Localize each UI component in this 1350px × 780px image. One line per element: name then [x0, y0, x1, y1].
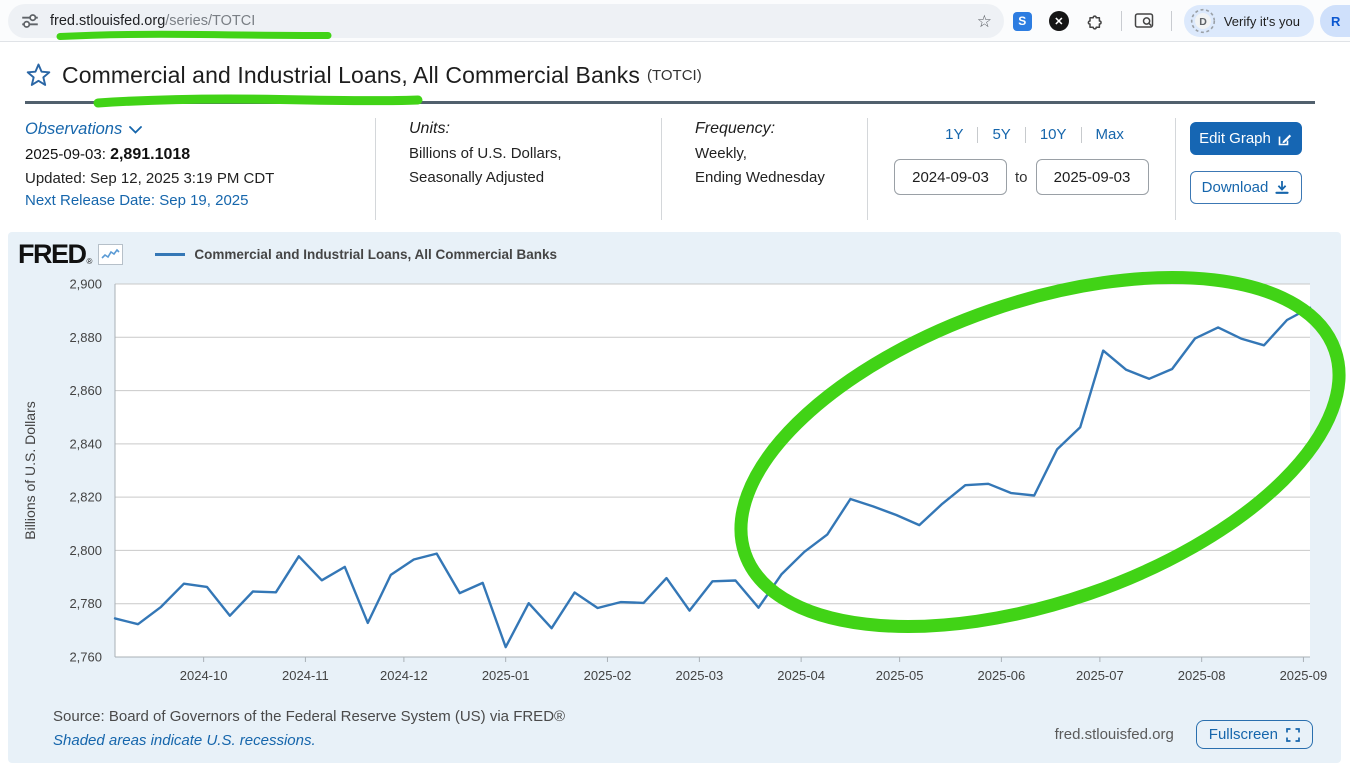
source-block: Source: Board of Governors of the Federa… [53, 708, 565, 749]
svg-text:2024-12: 2024-12 [380, 668, 428, 683]
recessions-note-link[interactable]: Shaded areas indicate U.S. recessions. [53, 732, 565, 749]
svg-text:2024-11: 2024-11 [282, 668, 329, 683]
series-legend-label: Commercial and Industrial Loans, All Com… [194, 247, 558, 262]
bookmark-star-icon[interactable]: ☆ [977, 13, 992, 30]
svg-text:2,820: 2,820 [69, 490, 102, 505]
svg-text:2,840: 2,840 [69, 436, 102, 451]
svg-text:2025-01: 2025-01 [482, 668, 530, 683]
svg-text:D: D [1199, 16, 1207, 28]
divider [1120, 11, 1122, 31]
verify-identity-button[interactable]: D Verify it's you [1183, 5, 1314, 37]
updated-timestamp: Updated: Sep 12, 2025 3:19 PM CDT [25, 170, 275, 187]
fullscreen-button[interactable]: Fullscreen [1195, 720, 1313, 749]
extension-s-icon[interactable]: S [1012, 11, 1032, 31]
frequency-panel: Frequency: Weekly, Ending Wednesday [695, 120, 825, 186]
edit-graph-button[interactable]: Edit Graph [1189, 122, 1302, 155]
units-panel: Units: Billions of U.S. Dollars, Seasona… [409, 120, 562, 186]
svg-text:2025-03: 2025-03 [676, 668, 724, 683]
next-release-link[interactable]: Next Release Date: Sep 19, 2025 [25, 192, 375, 209]
observations-dropdown[interactable]: Observations [25, 120, 375, 139]
to-label: to [1015, 168, 1028, 186]
svg-text:2,760: 2,760 [69, 650, 102, 665]
edit-pencil-icon [1278, 134, 1291, 145]
svg-text:2024-10: 2024-10 [180, 668, 228, 683]
svg-text:2,860: 2,860 [69, 383, 102, 398]
download-button[interactable]: Download [1189, 171, 1302, 204]
chart-card: FRED ® Commercial and Industrial Loans, … [8, 232, 1341, 763]
latest-observation: 2025-09-03: 2,891.1018 [25, 146, 191, 163]
svg-text:2025-06: 2025-06 [978, 668, 1026, 683]
preset-max[interactable]: Max [1082, 126, 1138, 143]
profile-badge[interactable]: R [1320, 5, 1350, 37]
svg-text:2025-08: 2025-08 [1178, 668, 1226, 683]
svg-text:2025-07: 2025-07 [1076, 668, 1124, 683]
fred-chart-icon [98, 244, 124, 265]
extensions-puzzle-icon[interactable] [1085, 11, 1105, 31]
address-bar[interactable]: fred.stlouisfed.org/series/TOTCI ☆ [8, 4, 1004, 38]
svg-text:2025-09: 2025-09 [1280, 668, 1328, 683]
divider [1170, 11, 1172, 31]
preset-1y[interactable]: 1Y [931, 126, 977, 143]
end-date-input[interactable] [1035, 159, 1149, 195]
download-icon [1275, 181, 1289, 194]
search-panel-icon[interactable] [1134, 12, 1155, 30]
series-color-swatch [155, 253, 186, 256]
site-settings-icon[interactable] [20, 13, 40, 29]
svg-text:2025-05: 2025-05 [876, 668, 924, 683]
fullscreen-icon [1286, 727, 1300, 742]
svg-text:2025-02: 2025-02 [584, 668, 632, 683]
profile-avatar-icon: D [1190, 8, 1215, 34]
preset-10y[interactable]: 10Y [1026, 126, 1081, 143]
svg-text:Billions of U.S. Dollars: Billions of U.S. Dollars [22, 401, 38, 540]
time-series-chart: 2,760 2,780 2,800 2,820 2,840 2,860 2,880 2,900… [22, 277, 1328, 684]
svg-text:2,900: 2,900 [69, 277, 102, 292]
preset-5y[interactable]: 5Y [978, 126, 1024, 143]
series-id: (TOTCI) [646, 67, 702, 84]
browser-toolbar: fred.stlouisfed.org/series/TOTCI ☆ S ✕ D [0, 0, 1350, 42]
svg-text:2,800: 2,800 [69, 543, 102, 558]
fred-watermark: fred.stlouisfed.org [1054, 726, 1174, 743]
extension-x-icon[interactable]: ✕ [1048, 11, 1069, 31]
start-date-input[interactable] [894, 159, 1007, 195]
favorite-star-icon[interactable] [25, 62, 52, 89]
svg-text:2,880: 2,880 [69, 330, 102, 345]
title-divider [25, 101, 1315, 104]
chevron-down-icon [129, 125, 143, 134]
url-text[interactable]: fred.stlouisfed.org/series/TOTCI [50, 13, 255, 29]
date-range-panel: 1Y 5Y 10Y Max to [868, 116, 1175, 222]
page-title: Commercial and Industrial Loans, All Com… [62, 62, 640, 88]
source-text: Source: Board of Governors of the Federa… [53, 708, 566, 725]
chart-legend: FRED ® Commercial and Industrial Loans, … [18, 239, 558, 269]
actions-panel: Edit Graph Download [1176, 116, 1315, 222]
svg-text:2,780: 2,780 [69, 596, 102, 611]
fred-logo: FRED [18, 239, 87, 269]
observations-panel: Observations 2025-09-03: 2,891.1018 Upda… [25, 116, 375, 222]
svg-text:2025-04: 2025-04 [777, 668, 825, 683]
